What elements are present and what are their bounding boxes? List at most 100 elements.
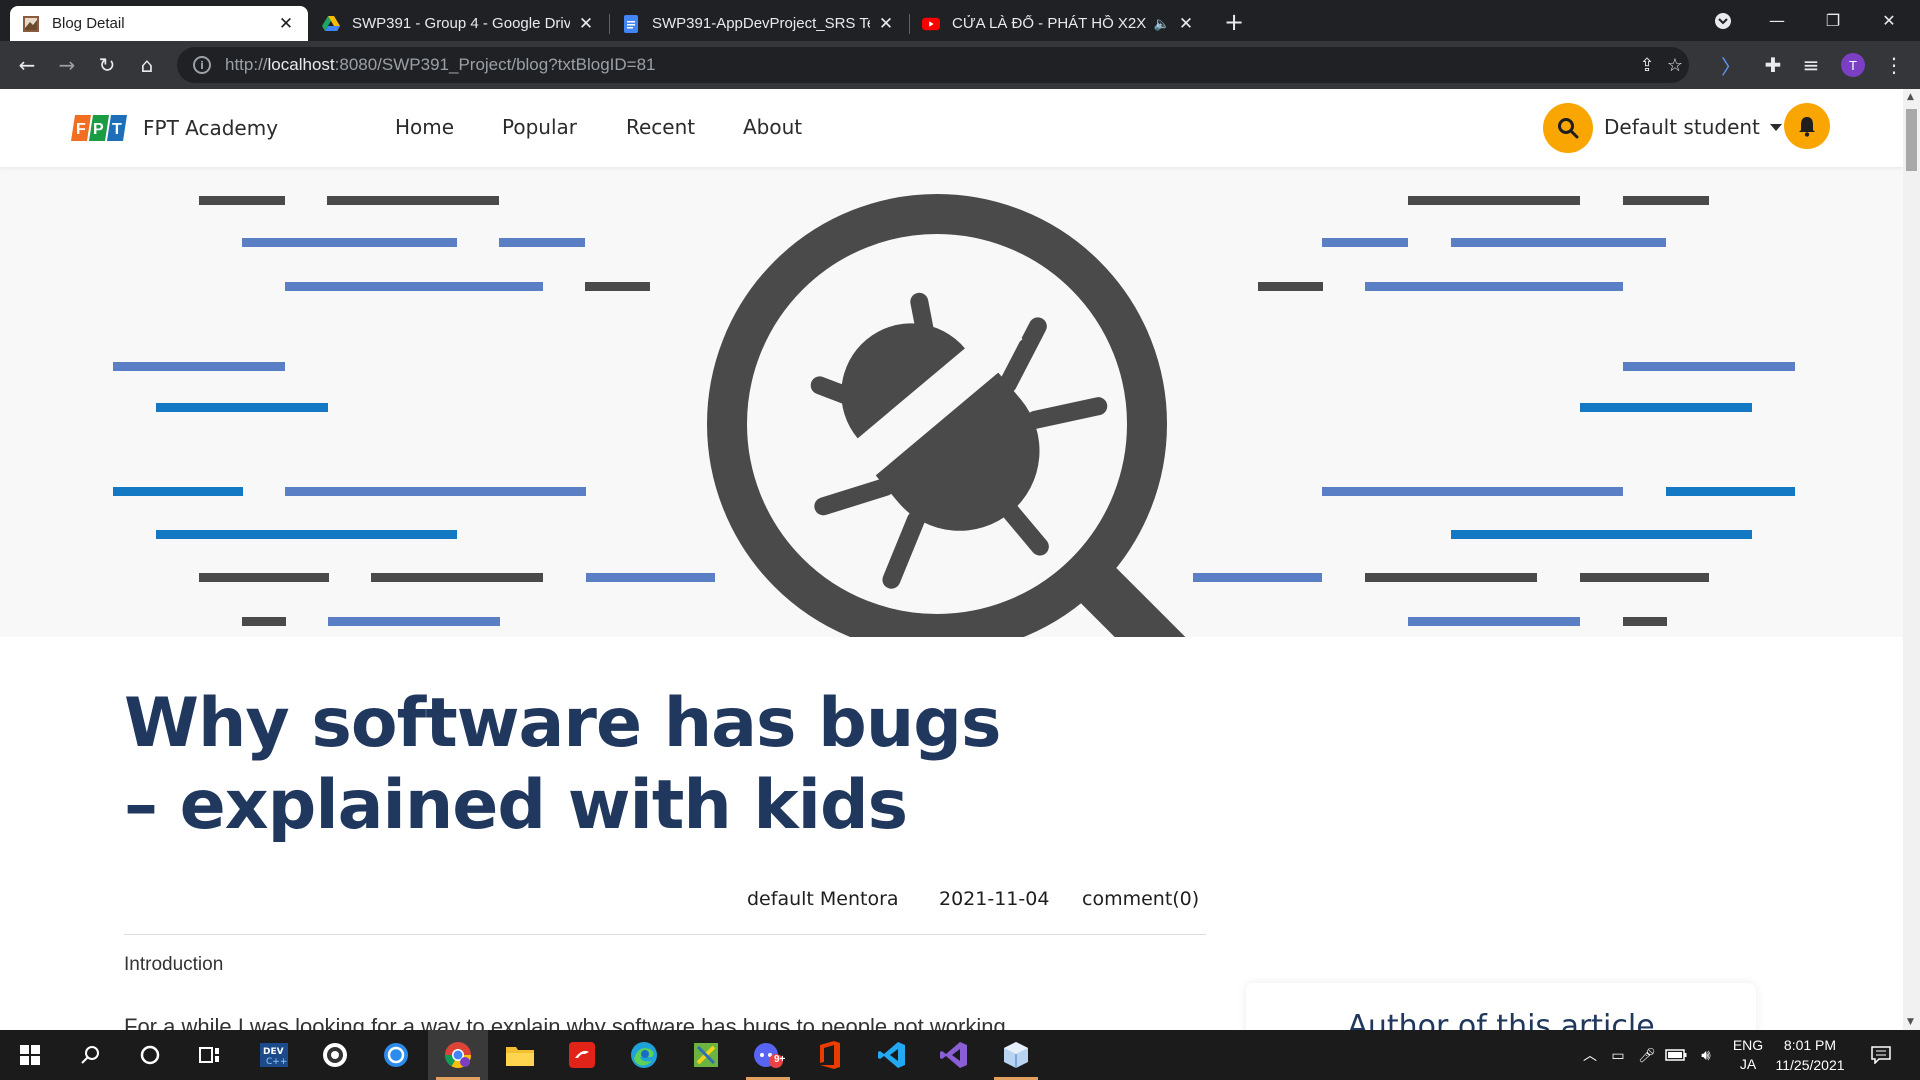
language-bottom: JA (1739, 1056, 1757, 1072)
tab-title: SWP391-AppDevProject_SRS Ten (652, 15, 870, 32)
microphone-icon[interactable]: 🎤︎ (1636, 1030, 1658, 1080)
close-tab-icon[interactable]: ✕ (576, 14, 596, 34)
meta-divider (124, 934, 1206, 935)
close-tab-icon[interactable]: ✕ (276, 14, 296, 34)
nav-popular[interactable]: Popular (502, 115, 577, 139)
site-navbar: F P T FPT Academy Home Popular Recent Ab… (0, 89, 1903, 167)
restore-button[interactable]: ❐ (1810, 0, 1856, 41)
scroll-down-arrow-icon[interactable]: ▼ (1907, 1017, 1914, 1027)
google-docs-icon (622, 14, 640, 33)
search-icon (1558, 118, 1579, 139)
dev-cpp-icon[interactable]: DEV C++ (244, 1030, 304, 1080)
author-card-heading: Author of this article (1347, 1009, 1655, 1030)
action-center-icon[interactable] (1866, 1030, 1896, 1080)
post-title: Why software has bugs – explained with k… (124, 684, 1001, 845)
obs-studio-icon[interactable] (305, 1030, 365, 1080)
tab-search-button[interactable] (1700, 0, 1746, 41)
extensions-puzzle-icon[interactable]: ✚ (1758, 50, 1788, 80)
clock-date: 11/25/2021 (1775, 1057, 1845, 1073)
close-tab-icon[interactable]: ✕ (876, 14, 896, 34)
office-icon[interactable] (800, 1030, 860, 1080)
windows-logo-icon (20, 1045, 40, 1065)
post-comments-count[interactable]: comment(0) (1082, 888, 1199, 910)
audio-playing-icon[interactable]: 🔈 (1154, 16, 1170, 32)
site-info-icon[interactable]: i (193, 56, 211, 74)
clock-time: 8:01 PM (1783, 1037, 1837, 1053)
tab-google-drive[interactable]: SWP391 - Group 4 - Google Driv ✕ (310, 6, 608, 41)
new-tab-button[interactable]: + (1222, 6, 1246, 38)
garena-icon[interactable] (552, 1030, 612, 1080)
meet-now-icon[interactable]: ▭ (1606, 1030, 1630, 1080)
page-viewport: F P T FPT Academy Home Popular Recent Ab… (0, 89, 1903, 1030)
url-text[interactable]: http://localhost:8080/SWP391_Project/blo… (225, 55, 655, 75)
bug-magnifier-illustration (113, 194, 1795, 637)
chrome-taskbar-icon[interactable] (428, 1030, 488, 1080)
tab-google-docs[interactable]: SWP391-AppDevProject_SRS Ten ✕ (610, 6, 908, 41)
extension-wave-icon[interactable]: 〉 (1716, 50, 1746, 80)
blog-favicon-icon (22, 15, 40, 33)
bell-icon (1799, 117, 1815, 137)
google-drive-icon (322, 15, 340, 33)
profile-avatar[interactable]: T (1841, 53, 1865, 77)
fpt-logo-icon: F P T (71, 115, 127, 141)
notifications-button[interactable] (1784, 103, 1830, 149)
tab-youtube[interactable]: CỬA LÀ ĐỔ - PHÁT HỒ X2X | 🔈 ✕ (910, 6, 1208, 41)
tab-blog-detail[interactable]: Blog Detail ✕ (10, 6, 308, 41)
file-explorer-icon[interactable] (490, 1030, 550, 1080)
svg-text:C++: C++ (266, 1057, 287, 1067)
input-language-indicator[interactable]: ENG JA (1726, 1030, 1770, 1080)
address-bar[interactable]: i http://localhost:8080/SWP391_Project/b… (177, 47, 1689, 83)
post-author[interactable]: default Mentora (747, 888, 899, 910)
site-logo[interactable]: F P T FPT Academy (71, 111, 278, 145)
forward-button[interactable]: → (52, 50, 82, 80)
battery-icon[interactable] (1664, 1030, 1688, 1080)
edge-icon[interactable] (614, 1030, 674, 1080)
bookmark-star-icon[interactable]: ☆ (1665, 55, 1685, 76)
discord-icon[interactable]: 9+ (738, 1030, 798, 1080)
svg-text:F: F (76, 121, 86, 138)
user-name: Default student (1604, 115, 1760, 139)
windows-taskbar: DEV C++ 9+ ︿ ▭ 🎤︎ 🔊︎ ENG JA 8:01 PM 11/2… (0, 1030, 1920, 1080)
post-date: 2021-11-04 (939, 888, 1050, 910)
share-icon[interactable]: ⇪ (1637, 55, 1657, 76)
sts-icon[interactable] (676, 1030, 736, 1080)
show-hidden-icons-chevron-icon[interactable]: ︿ (1578, 1030, 1602, 1080)
clock[interactable]: 8:01 PM 11/25/2021 (1770, 1030, 1850, 1080)
back-button[interactable]: ← (12, 50, 42, 80)
nav-about[interactable]: About (743, 115, 802, 139)
reload-button[interactable]: ↻ (92, 50, 122, 80)
task-view-icon[interactable] (180, 1030, 240, 1080)
browser-menu-icon[interactable]: ⋮ (1879, 50, 1909, 80)
svg-text:T: T (112, 121, 122, 138)
language-top: ENG (1732, 1037, 1764, 1053)
start-button[interactable] (0, 1030, 60, 1080)
post-hero-image (0, 167, 1903, 637)
cortana-icon[interactable] (120, 1030, 180, 1080)
vscode-icon[interactable] (862, 1030, 922, 1080)
code-lines-right (1193, 196, 1795, 626)
author-card: Author of this article (1246, 983, 1756, 1030)
scroll-up-arrow-icon[interactable]: ▲ (1907, 92, 1914, 102)
taskbar-search-icon[interactable] (60, 1030, 120, 1080)
virtualbox-icon[interactable] (986, 1030, 1046, 1080)
ubisoft-icon[interactable] (366, 1030, 426, 1080)
media-control-icon[interactable]: ≡ (1796, 50, 1826, 80)
volume-icon[interactable]: 🔊︎ (1694, 1030, 1718, 1080)
search-button[interactable] (1543, 103, 1593, 153)
close-tab-icon[interactable]: ✕ (1176, 14, 1196, 34)
visual-studio-icon[interactable] (924, 1030, 984, 1080)
post-body-text: For a while I was looking for a way to e… (124, 1014, 1006, 1030)
scrollbar-thumb[interactable] (1906, 109, 1917, 171)
tab-title: SWP391 - Group 4 - Google Driv (352, 15, 570, 32)
post-intro-label: Introduction (124, 954, 224, 975)
nav-home[interactable]: Home (395, 115, 454, 139)
chevron-down-icon (1769, 123, 1782, 131)
minimize-button[interactable]: — (1754, 0, 1800, 41)
nav-recent[interactable]: Recent (626, 115, 695, 139)
close-window-button[interactable]: ✕ (1866, 0, 1912, 41)
discord-notification-badge: 9+ (774, 1054, 786, 1065)
user-dropdown[interactable]: Default student (1604, 115, 1782, 139)
home-button[interactable]: ⌂ (132, 50, 162, 80)
page-scrollbar[interactable]: ▲ ▼ (1903, 89, 1920, 1030)
browser-toolbar: ← → ↻ ⌂ i http://localhost:8080/SWP391_P… (0, 41, 1920, 89)
